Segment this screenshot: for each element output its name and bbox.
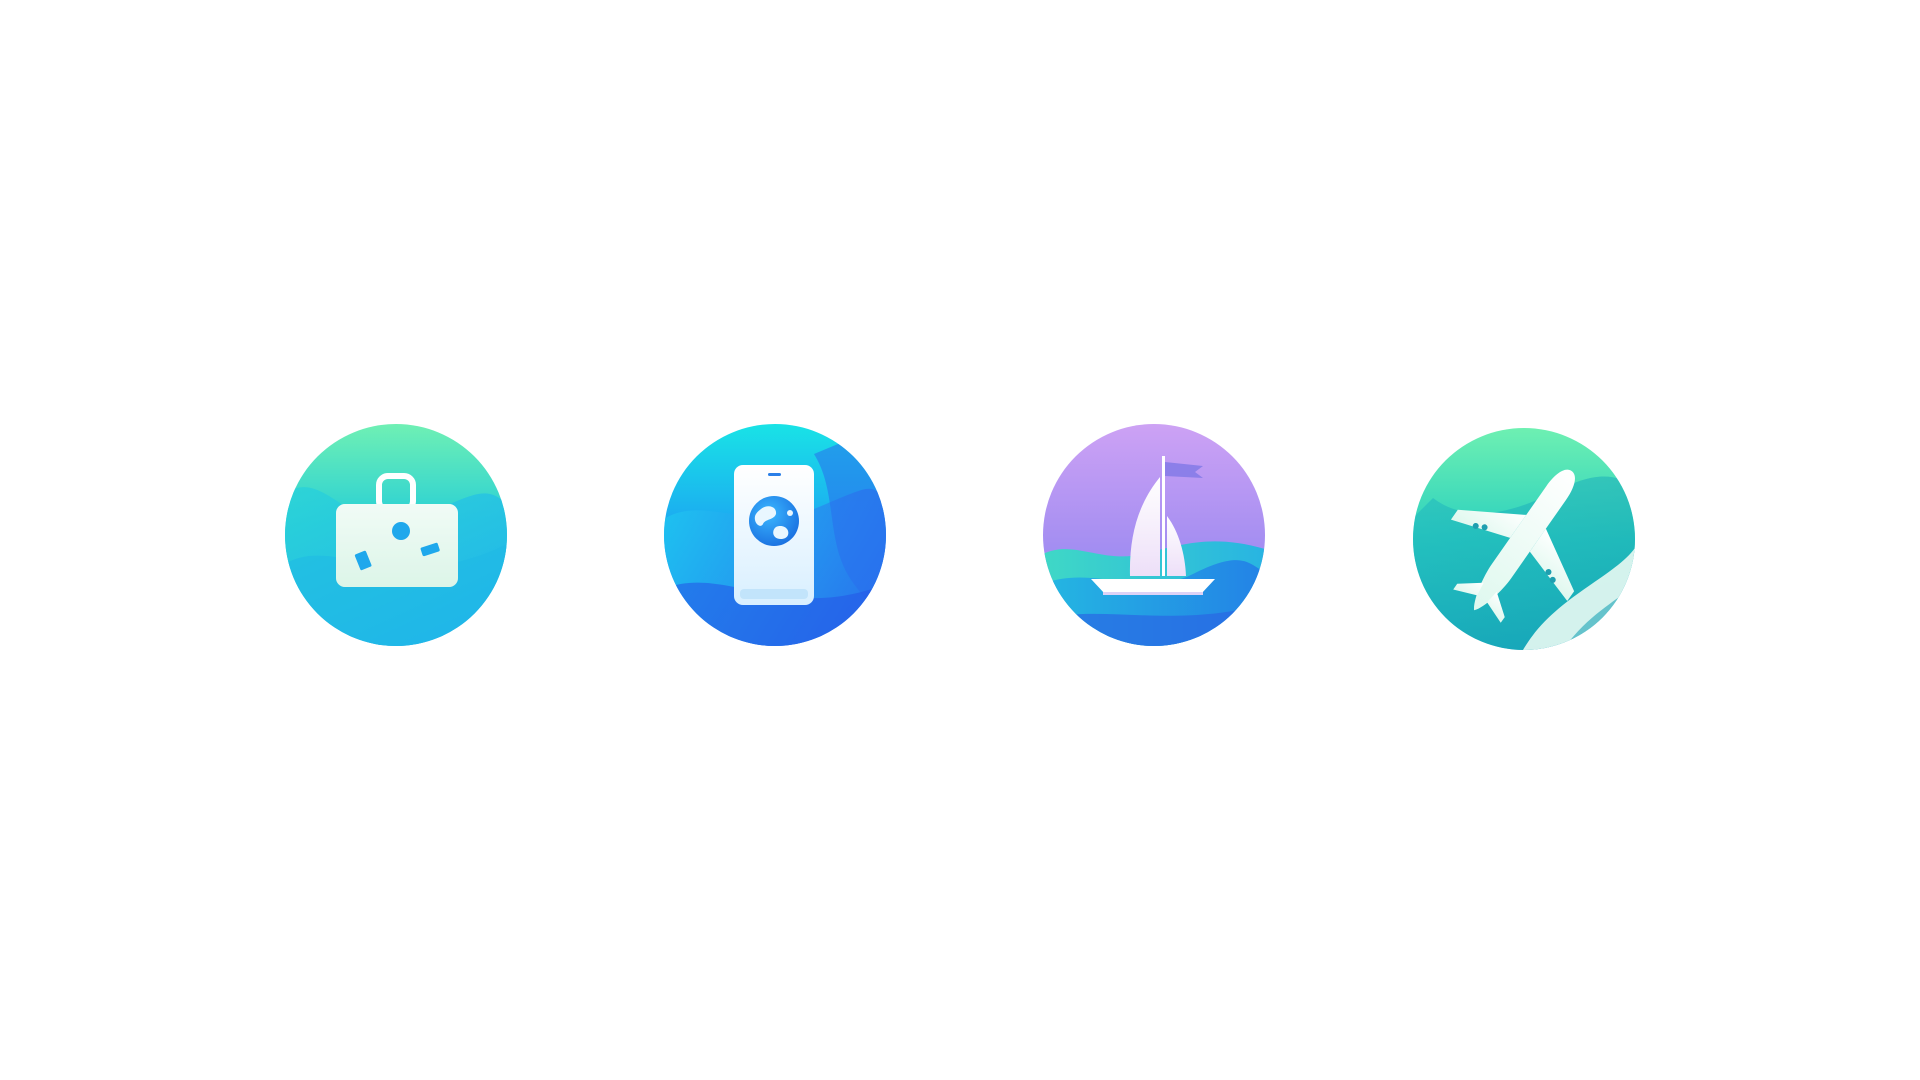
airplane-icon-graphic — [1413, 428, 1635, 650]
luggage-icon — [285, 424, 507, 646]
phone-globe-icon — [664, 424, 886, 646]
sailboat-icon-graphic — [1043, 424, 1265, 646]
phone-globe-icon-graphic — [664, 424, 886, 646]
airplane-icon — [1413, 428, 1635, 650]
luggage-icon-graphic — [285, 424, 507, 646]
icon-showcase — [0, 0, 1920, 1080]
sailboat-icon — [1043, 424, 1265, 646]
